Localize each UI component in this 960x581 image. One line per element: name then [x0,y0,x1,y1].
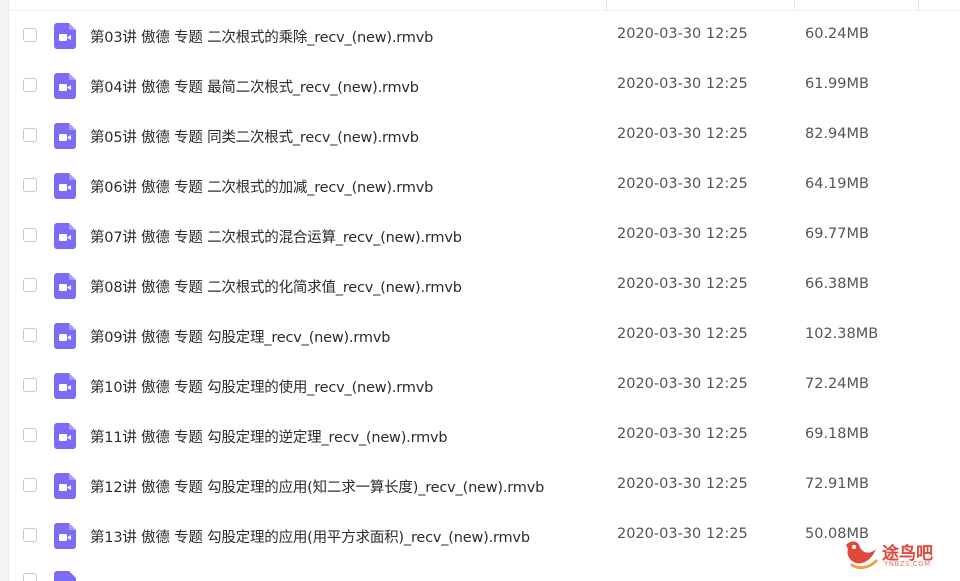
file-date: 2020-03-30 12:25 [617,376,748,392]
video-file-icon [54,523,76,549]
file-name[interactable]: 第13讲 傲德 专题 勾股定理的应用(用平方求面积)_recv_(new).rm… [90,526,530,547]
watermark-subtext: YNBZS.COM [884,560,931,568]
file-row[interactable]: 第09讲 傲德 专题 勾股定理_recv_(new).rmvb 2020-03-… [8,311,960,361]
file-name[interactable]: 第08讲 傲德 专题 二次根式的化简求值_recv_(new).rmvb [90,276,462,297]
row-checkbox[interactable] [23,573,37,581]
file-name[interactable]: 第09讲 傲德 专题 勾股定理_recv_(new).rmvb [90,326,390,347]
file-size: 72.24MB [805,376,869,392]
file-size: 66.38MB [805,276,869,292]
file-name[interactable]: 第12讲 傲德 专题 勾股定理的应用(知二求一算长度)_recv_(new).r… [90,476,544,497]
file-name[interactable]: 第07讲 傲德 专题 二次根式的混合运算_recv_(new).rmvb [90,226,462,247]
row-checkbox[interactable] [23,378,37,392]
file-row[interactable]: 第04讲 傲德 专题 最简二次根式_recv_(new).rmvb 2020-0… [8,61,960,111]
file-size: 72.91MB [805,476,869,492]
file-list: 第03讲 傲德 专题 二次根式的乘除_recv_(new).rmvb 2020-… [8,11,960,581]
video-file-icon [54,173,76,199]
row-checkbox[interactable] [23,78,37,92]
file-name[interactable]: 第10讲 傲德 专题 勾股定理的使用_recv_(new).rmvb [90,376,433,397]
file-date: 2020-03-30 12:25 [617,526,748,542]
video-file-icon [54,473,76,499]
file-date: 2020-03-30 12:25 [617,226,748,242]
column-divider[interactable] [918,0,919,10]
file-date: 2020-03-30 12:25 [617,326,748,342]
column-divider[interactable] [794,0,795,10]
row-checkbox[interactable] [23,328,37,342]
row-checkbox[interactable] [23,178,37,192]
file-size: 102.38MB [805,326,879,342]
video-file-icon [54,123,76,149]
video-file-icon [54,73,76,99]
file-date: 2020-03-30 12:25 [617,176,748,192]
video-file-icon [54,223,76,249]
video-file-icon [54,373,76,399]
video-file-icon [54,571,76,581]
file-row-partial[interactable] [8,561,960,581]
file-row[interactable]: 第06讲 傲德 专题 二次根式的加减_recv_(new).rmvb 2020-… [8,161,960,211]
file-row[interactable]: 第13讲 傲德 专题 勾股定理的应用(用平方求面积)_recv_(new).rm… [8,511,960,561]
file-date: 2020-03-30 12:25 [617,126,748,142]
row-checkbox[interactable] [23,528,37,542]
file-row[interactable]: 第03讲 傲德 专题 二次根式的乘除_recv_(new).rmvb 2020-… [8,11,960,61]
file-name[interactable]: 第04讲 傲德 专题 最简二次根式_recv_(new).rmvb [90,76,419,97]
row-checkbox[interactable] [23,278,37,292]
file-row[interactable]: 第12讲 傲德 专题 勾股定理的应用(知二求一算长度)_recv_(new).r… [8,461,960,511]
file-size: 64.19MB [805,176,869,192]
video-file-icon [54,23,76,49]
file-size: 61.99MB [805,76,869,92]
file-date: 2020-03-30 12:25 [617,426,748,442]
file-name[interactable]: 第03讲 傲德 专题 二次根式的乘除_recv_(new).rmvb [90,26,433,47]
file-date: 2020-03-30 12:25 [617,76,748,92]
video-file-icon [54,273,76,299]
file-size: 69.77MB [805,226,869,242]
file-row[interactable]: 第07讲 傲德 专题 二次根式的混合运算_recv_(new).rmvb 202… [8,211,960,261]
column-divider[interactable] [606,0,607,10]
file-date: 2020-03-30 12:25 [617,26,748,42]
file-date: 2020-03-30 12:25 [617,276,748,292]
video-file-icon [54,323,76,349]
row-checkbox[interactable] [23,428,37,442]
file-name[interactable]: 第06讲 傲德 专题 二次根式的加减_recv_(new).rmvb [90,176,433,197]
row-checkbox[interactable] [23,228,37,242]
file-date: 2020-03-30 12:25 [617,476,748,492]
file-row[interactable]: 第11讲 傲德 专题 勾股定理的逆定理_recv_(new).rmvb 2020… [8,411,960,461]
watermark-logo: 途鸟吧 YNBZS.COM [842,535,952,575]
file-size: 69.18MB [805,426,869,442]
row-checkbox[interactable] [23,28,37,42]
bird-logo-icon [846,541,878,570]
file-row[interactable]: 第05讲 傲德 专题 同类二次根式_recv_(new).rmvb 2020-0… [8,111,960,161]
row-checkbox[interactable] [23,478,37,492]
file-name[interactable]: 第05讲 傲德 专题 同类二次根式_recv_(new).rmvb [90,126,419,147]
file-name[interactable]: 第11讲 傲德 专题 勾股定理的逆定理_recv_(new).rmvb [90,426,448,447]
row-checkbox[interactable] [23,128,37,142]
file-size: 82.94MB [805,126,869,142]
file-row[interactable]: 第08讲 傲德 专题 二次根式的化简求值_recv_(new).rmvb 202… [8,261,960,311]
column-header [8,0,960,11]
file-row[interactable]: 第10讲 傲德 专题 勾股定理的使用_recv_(new).rmvb 2020-… [8,361,960,411]
file-size: 60.24MB [805,26,869,42]
video-file-icon [54,423,76,449]
file-list-page: 第03讲 傲德 专题 二次根式的乘除_recv_(new).rmvb 2020-… [0,0,960,581]
